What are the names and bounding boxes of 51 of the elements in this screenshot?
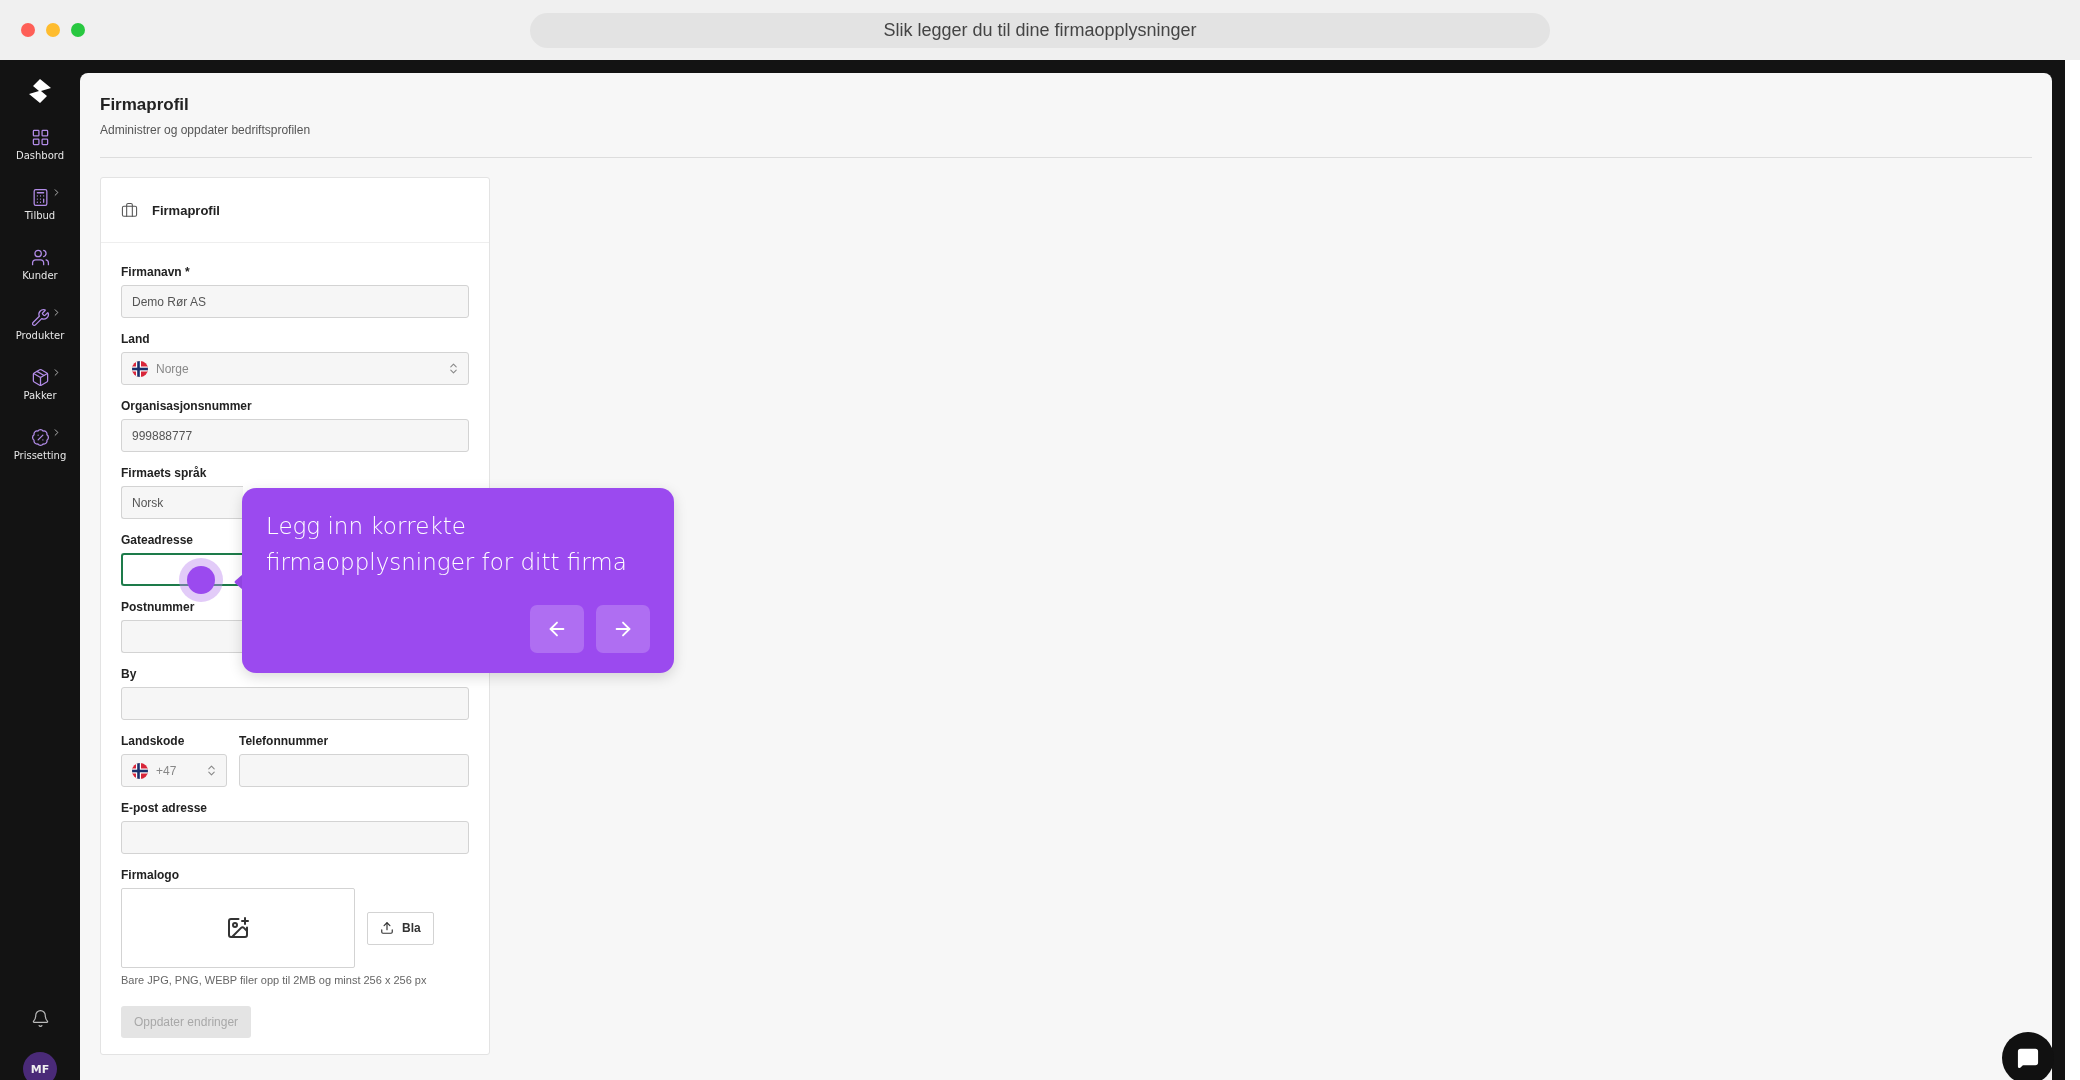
field-label: Postnummer [121,600,195,614]
upload-icon [380,921,394,935]
minimize-dot[interactable] [46,23,60,37]
chevrons-icon [205,764,218,777]
card-title: Firmaprofil [152,202,220,218]
box-icon [30,368,50,387]
tooltip-text: Legg inn korrekte firmaopplysninger for ditt firma [266,512,628,577]
percent-badge-icon [30,428,50,447]
text-field[interactable]: Demo Rør AS [121,285,469,318]
sidebar-item[interactable]: Kunder [0,248,80,308]
wrench-icon [30,308,50,327]
field-label: Land [121,332,150,346]
field-label: Landskode [121,734,185,748]
page-title: Firmaprofil [100,95,190,115]
upload-hint: Bare JPG, PNG, WEBP filer opp til 2MB og minst 256 x 256 px [121,974,428,986]
field-label: Organisasjonsnummer [121,399,252,413]
field-label: Gateadresse [121,533,194,547]
field-label: Firmalogo [121,868,179,882]
bell-icon[interactable] [30,1009,50,1028]
previous-button[interactable] [530,605,584,653]
close-dot[interactable] [21,23,35,37]
next-button[interactable] [596,605,650,653]
users-icon [30,248,50,267]
sidebar-item[interactable]: Tilbud [0,188,80,248]
window-title: Slik legger du til dine firmaopplysninger [530,12,1550,48]
sidebar-item[interactable]: Produkter [0,308,80,368]
text-field[interactable]: 999888777 [121,419,469,452]
field-label: E-post adresse [121,801,208,815]
field-label: Telefonnummer [239,734,329,748]
field-label: Firmaets språk [121,466,207,480]
norway-flag-icon [132,360,148,377]
logo-drop-area[interactable] [121,888,355,968]
sidebar-item[interactable]: Prissetting [0,428,80,488]
norway-flag-icon [132,762,148,779]
logo-icon[interactable] [27,78,53,104]
grid-icon [30,128,50,147]
browse-button[interactable]: Bla [367,911,434,945]
maximize-dot[interactable] [71,23,85,37]
user-avatar[interactable]: MF [23,1052,57,1080]
hotspot-marker [179,558,223,602]
phone-field[interactable] [239,754,469,787]
field-label: By [121,667,137,681]
field-label: Firmanavn * [121,265,190,279]
text-field[interactable]: Norsk [121,486,243,519]
chevrons-icon [447,362,460,375]
chat-icon [2017,1047,2039,1069]
image-icon [226,916,250,940]
sidebar-item[interactable]: Pakker [0,368,80,428]
page-subtitle: Administrer og oppdater bedriftsprofilen [100,123,312,137]
briefcase-icon [121,201,138,219]
sidebar-item[interactable]: Dashbord [0,128,80,188]
